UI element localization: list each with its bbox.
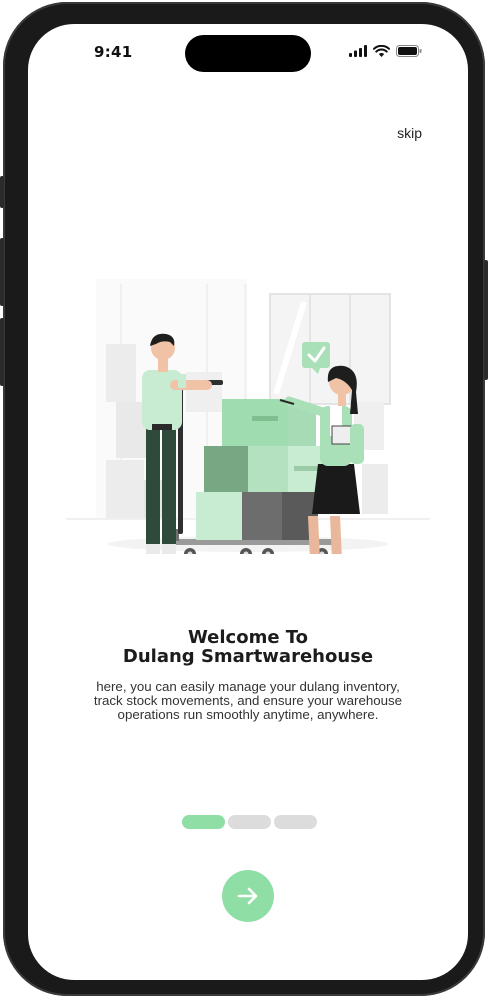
page-dot-1[interactable]: [182, 815, 225, 829]
warehouse-workers-illustration: [66, 279, 430, 554]
volume-down-button: [0, 318, 4, 386]
dynamic-island: [185, 35, 311, 72]
arrow-right-icon: [237, 887, 258, 905]
signal-icon: [349, 45, 367, 57]
next-button[interactable]: [222, 870, 274, 922]
power-button: [484, 260, 488, 380]
volume-up-button: [0, 238, 4, 306]
pagination-dots: [182, 815, 317, 829]
status-time: 9:41: [94, 43, 133, 61]
page-dot-2[interactable]: [228, 815, 271, 829]
title-line-2: Dulang Smartwarehouse: [122, 646, 374, 667]
skip-button[interactable]: skip: [397, 125, 422, 141]
welcome-description: here, you can easily manage your dulang …: [93, 679, 403, 722]
battery-icon: [396, 45, 422, 57]
mute-switch: [0, 176, 4, 208]
status-icons: [349, 45, 422, 57]
welcome-title: Welcome To Dulang Smartwarehouse: [28, 628, 468, 666]
phone-frame: 9:41 skip Welcome To Dulang Smartwarehou…: [0, 2, 488, 996]
screen: 9:41 skip Welcome To Dulang Smartwarehou…: [28, 24, 468, 980]
title-line-1: Welcome To: [187, 627, 309, 648]
wifi-icon: [373, 45, 390, 57]
page-dot-3[interactable]: [274, 815, 317, 829]
